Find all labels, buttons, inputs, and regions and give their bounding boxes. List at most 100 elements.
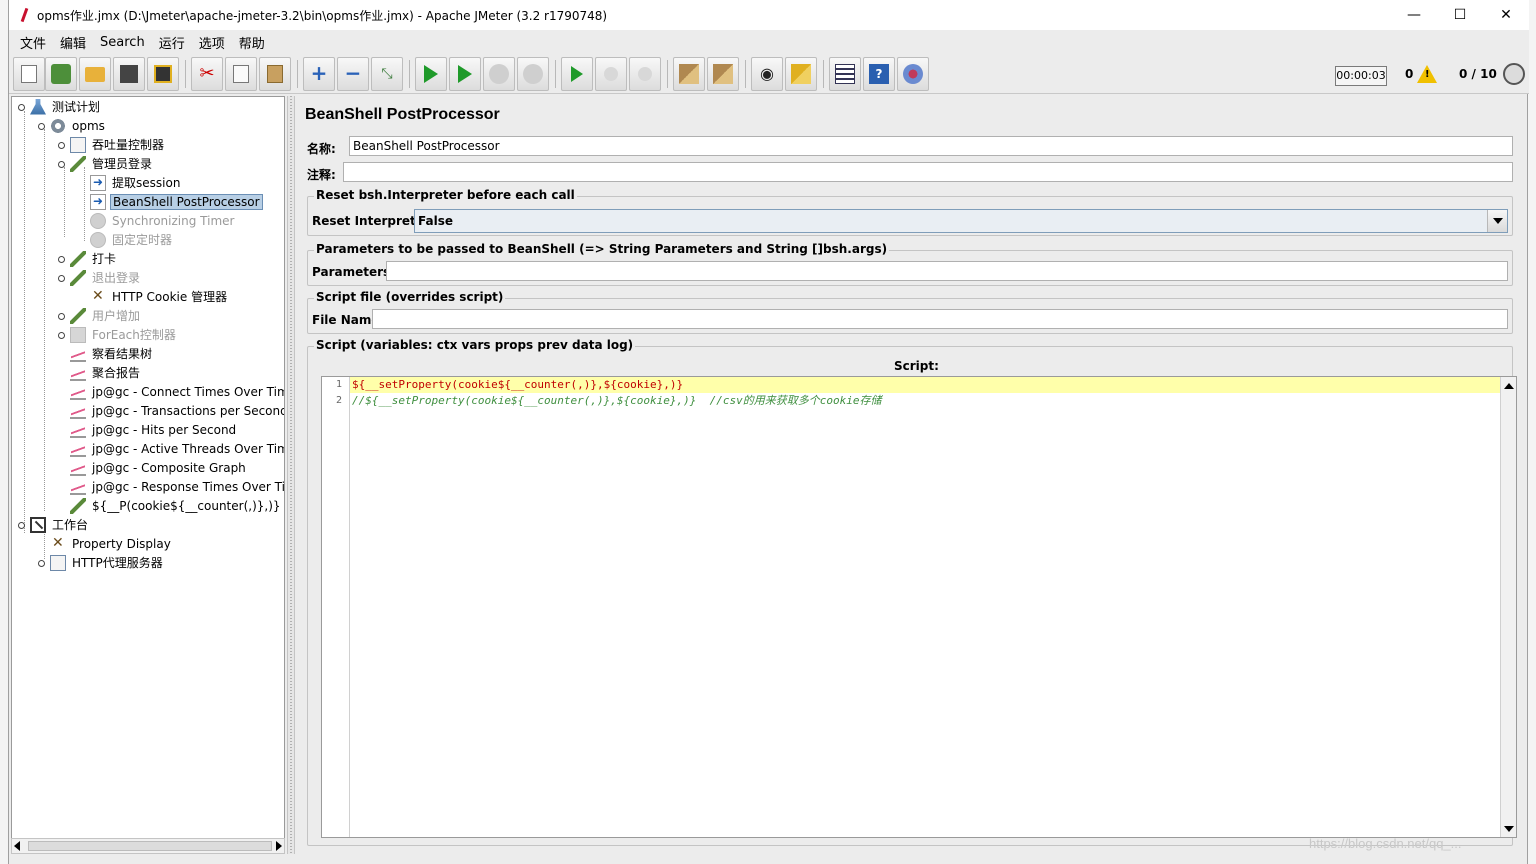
tree-node-response-times[interactable]: jp@gc - Response Times Over Tin <box>70 477 284 496</box>
tree-toggle[interactable] <box>56 140 66 150</box>
new-button[interactable] <box>13 57 45 91</box>
tree-node-aggregate-report[interactable]: 聚合报告 <box>70 363 142 382</box>
minimize-button[interactable]: — <box>1391 0 1437 30</box>
stop-button[interactable] <box>483 57 515 91</box>
comment-field[interactable] <box>343 162 1513 182</box>
remote-start-button[interactable] <box>561 57 593 91</box>
tree-node-test-plan[interactable]: 测试计划 <box>16 97 102 116</box>
search-button[interactable]: ◉ <box>751 57 783 91</box>
reset-interpreter-select[interactable]: False <box>414 209 1508 233</box>
menu-run[interactable]: 运行 <box>152 33 192 52</box>
save-button[interactable] <box>113 57 145 91</box>
maximize-button[interactable]: ☐ <box>1437 0 1483 30</box>
toolbar-separator <box>555 60 556 88</box>
panel-splitter[interactable] <box>287 96 295 854</box>
tree-horizontal-scrollbar[interactable] <box>11 838 285 854</box>
menu-bar: 文件 编辑 Search 运行 选项 帮助 <box>9 30 1529 54</box>
cut-button[interactable]: ✂ <box>191 57 223 91</box>
scroll-down-arrow-icon[interactable] <box>1502 822 1515 835</box>
tree-toggle[interactable] <box>56 254 66 264</box>
function-helper-button[interactable] <box>829 57 861 91</box>
listener-chart-icon <box>70 383 86 400</box>
controller-icon <box>50 554 66 571</box>
reset-search-button[interactable] <box>785 57 817 91</box>
tree-node-extract-session[interactable]: 提取session <box>90 173 182 192</box>
listener-chart-icon <box>70 459 86 476</box>
scroll-right-arrow-icon[interactable] <box>276 841 282 851</box>
remote-shutdown-icon <box>638 67 652 81</box>
code-line[interactable]: ${__setProperty(cookie${__counter(,)},${… <box>350 377 1500 393</box>
menu-help[interactable]: 帮助 <box>232 33 272 52</box>
editor-vertical-scrollbar[interactable] <box>1500 377 1516 837</box>
tree-node-property-display[interactable]: Property Display <box>50 534 173 553</box>
paste-button[interactable] <box>259 57 291 91</box>
tree-node-add-user[interactable]: 用户增加 <box>56 306 142 325</box>
element-editor-panel: BeanShell PostProcessor 名称: BeanShell Po… <box>297 96 1523 854</box>
parameters-field[interactable] <box>386 261 1508 281</box>
tree-node-constant-timer[interactable]: 固定定时器 <box>90 230 174 249</box>
shutdown-button[interactable] <box>517 57 549 91</box>
tree-toggle[interactable] <box>56 311 66 321</box>
templates-button[interactable] <box>45 57 77 91</box>
tree-toggle[interactable] <box>16 520 26 530</box>
group-title: Script (variables: ctx vars props prev d… <box>314 338 636 352</box>
tree-toggle[interactable] <box>36 558 46 568</box>
start-button[interactable] <box>415 57 447 91</box>
new-file-icon <box>21 65 37 83</box>
clear-button[interactable] <box>673 57 705 91</box>
tree-node-connect-times[interactable]: jp@gc - Connect Times Over Time <box>70 382 284 401</box>
help-button[interactable]: ? <box>863 57 895 91</box>
tree-node-http-proxy[interactable]: HTTP代理服务器 <box>36 553 165 572</box>
expand-all-button[interactable]: + <box>303 57 335 91</box>
tree-node-clock-in[interactable]: 打卡 <box>56 249 118 268</box>
background-right-strip <box>1528 0 1536 864</box>
warning-icon-mark: ! <box>1425 69 1430 80</box>
help-icon: ? <box>869 64 889 84</box>
tree-node-active-threads[interactable]: jp@gc - Active Threads Over Time <box>70 439 284 458</box>
scroll-left-arrow-icon[interactable] <box>14 841 20 851</box>
menu-edit[interactable]: 编辑 <box>53 33 93 52</box>
clear-all-button[interactable] <box>707 57 739 91</box>
name-field[interactable]: BeanShell PostProcessor <box>349 136 1513 156</box>
toggle-button[interactable]: ⤡ <box>371 57 403 91</box>
test-plan-tree: 测试计划 opms 吞吐量控制器 管理员登录 提取session BeanShe… <box>11 96 285 854</box>
remote-shutdown-button[interactable] <box>629 57 661 91</box>
tree-node-workbench[interactable]: 工作台 <box>16 515 90 534</box>
close-button[interactable]: ✕ <box>1483 0 1529 30</box>
start-no-pauses-button[interactable] <box>449 57 481 91</box>
save-screenshot-button[interactable] <box>147 57 179 91</box>
file-name-field[interactable] <box>372 309 1508 329</box>
script-editor[interactable]: 1 2 ${__setProperty(cookie${__counter(,)… <box>321 376 1517 838</box>
collapse-all-button[interactable]: − <box>337 57 369 91</box>
tree-node-beanshell-postprocessor[interactable]: BeanShell PostProcessor <box>90 192 263 211</box>
chevron-down-icon[interactable] <box>1487 210 1507 232</box>
tree-node-admin-login[interactable]: 管理员登录 <box>56 154 154 173</box>
tree-toggle[interactable] <box>56 330 66 340</box>
tree-toggle[interactable] <box>36 121 46 131</box>
scroll-up-arrow-icon[interactable] <box>1502 379 1515 392</box>
remote-options-button[interactable] <box>897 57 929 91</box>
scroll-thumb[interactable] <box>28 841 272 851</box>
menu-file[interactable]: 文件 <box>13 33 53 52</box>
tree-node-logout[interactable]: 退出登录 <box>56 268 142 287</box>
tree-node-property-sampler[interactable]: ${__P(cookie${__counter(,)},)} <box>70 496 283 515</box>
tree-toggle[interactable] <box>56 159 66 169</box>
code-line[interactable]: //${__setProperty(cookie${__counter(,)},… <box>350 393 881 409</box>
tree-node-thread-group[interactable]: opms <box>36 116 107 135</box>
tree-node-foreach-controller[interactable]: ForEach控制器 <box>56 325 178 344</box>
menu-search[interactable]: Search <box>93 35 152 50</box>
tree-node-view-results-tree[interactable]: 察看结果树 <box>70 344 154 363</box>
tree-toggle[interactable] <box>16 102 26 112</box>
tree-node-synchronizing-timer[interactable]: Synchronizing Timer <box>90 211 236 230</box>
flask-icon <box>30 98 46 115</box>
tree-node-throughput-controller[interactable]: 吞吐量控制器 <box>56 135 166 154</box>
copy-button[interactable] <box>225 57 257 91</box>
menu-options[interactable]: 选项 <box>192 33 232 52</box>
remote-stop-button[interactable] <box>595 57 627 91</box>
tree-node-transactions-per-second[interactable]: jp@gc - Transactions per Second <box>70 401 284 420</box>
tree-toggle[interactable] <box>56 273 66 283</box>
open-button[interactable] <box>79 57 111 91</box>
tree-node-hits-per-second[interactable]: jp@gc - Hits per Second <box>70 420 238 439</box>
tree-node-composite-graph[interactable]: jp@gc - Composite Graph <box>70 458 248 477</box>
tree-node-cookie-manager[interactable]: HTTP Cookie 管理器 <box>90 287 229 306</box>
